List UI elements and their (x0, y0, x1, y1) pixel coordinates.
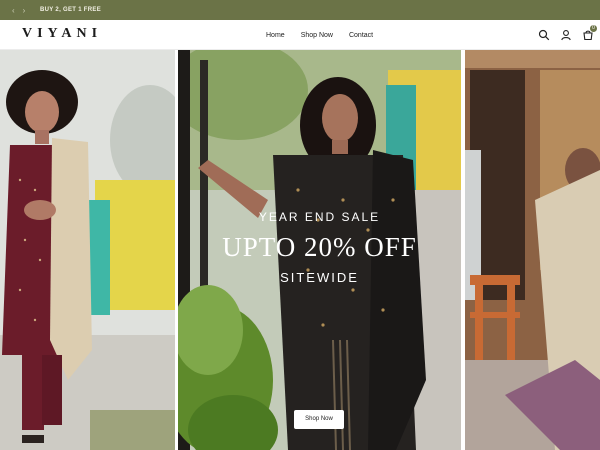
cart-icon[interactable]: 0 (582, 25, 597, 41)
main-nav: Home Shop Now Contact (266, 20, 373, 50)
hero-image-left (0, 50, 175, 450)
hero-line-sitewide: SITEWIDE (280, 270, 359, 285)
site-logo[interactable]: VIYANI (22, 26, 102, 42)
search-icon[interactable] (538, 28, 550, 41)
site-header: VIYANI Home Shop Now Contact 0 (0, 20, 600, 50)
prev-announcement-button[interactable]: ‹ (12, 6, 15, 15)
hero-line-year-end-sale: YEAR END SALE (258, 210, 381, 224)
hero-line-discount: UPTO 20% OFF (222, 232, 417, 262)
announcement-bar: ‹ › BUY 2, GET 1 FREE (0, 0, 600, 20)
nav-shop-now-link[interactable]: Shop Now (301, 32, 333, 39)
cart-count-badge: 0 (590, 25, 597, 32)
hero-banner[interactable]: YEAR END SALE UPTO 20% OFF SITEWIDE Shop… (0, 50, 600, 450)
hero-overlay: YEAR END SALE UPTO 20% OFF SITEWIDE Shop… (178, 50, 461, 450)
announcement-arrows: ‹ › (12, 0, 25, 20)
nav-home-link[interactable]: Home (266, 32, 285, 39)
announcement-message: BUY 2, GET 1 FREE (40, 7, 102, 13)
hero-image-right (465, 50, 600, 450)
header-icons: 0 (538, 25, 597, 41)
nav-contact-link[interactable]: Contact (349, 32, 373, 39)
hero-shop-now-button[interactable]: Shop Now (294, 410, 344, 429)
next-announcement-button[interactable]: › (23, 6, 26, 15)
account-icon[interactable] (560, 28, 572, 41)
